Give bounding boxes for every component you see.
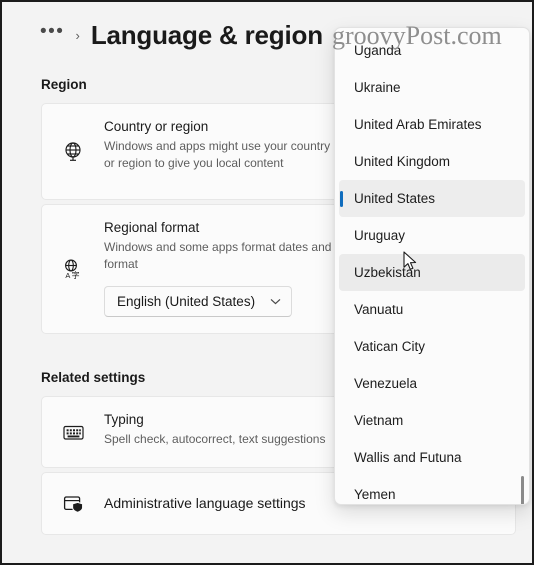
dropdown-item-vatican-city[interactable]: Vatican City bbox=[339, 328, 525, 365]
dropdown-item-venezuela[interactable]: Venezuela bbox=[339, 365, 525, 402]
dropdown-item-united-kingdom[interactable]: United Kingdom bbox=[339, 143, 525, 180]
settings-window: ••• › Language & region Region Country o… bbox=[0, 0, 534, 565]
chevron-down-icon bbox=[270, 298, 281, 305]
language-globe-icon: A 字 bbox=[42, 205, 104, 333]
chevron-right-icon: › bbox=[75, 27, 80, 43]
dropdown-item-united-states[interactable]: United States bbox=[339, 180, 525, 217]
globe-icon bbox=[42, 104, 104, 199]
dropdown-item-vietnam[interactable]: Vietnam bbox=[339, 402, 525, 439]
administrative-language-settings-title: Administrative language settings bbox=[104, 495, 306, 512]
dropdown-item-uruguay[interactable]: Uruguay bbox=[339, 217, 525, 254]
country-region-dropdown-list[interactable]: Uganda Ukraine United Arab Emirates Unit… bbox=[334, 27, 530, 505]
dropdown-item-wallis-and-futuna[interactable]: Wallis and Futuna bbox=[339, 439, 525, 476]
keyboard-icon bbox=[42, 397, 104, 467]
dropdown-item-uzbekistan[interactable]: Uzbekistan bbox=[339, 254, 525, 291]
dropdown-item-yemen[interactable]: Yemen bbox=[339, 476, 525, 504]
section-header-region: Region bbox=[41, 77, 87, 92]
regional-format-value: English (United States) bbox=[117, 294, 256, 310]
dropdown-item-ukraine[interactable]: Ukraine bbox=[339, 69, 525, 106]
page-title: Language & region bbox=[90, 19, 323, 50]
dropdown-scrollbar[interactable] bbox=[519, 34, 526, 504]
dropdown-scrollbar-thumb[interactable] bbox=[521, 476, 524, 504]
dropdown-item-uganda[interactable]: Uganda bbox=[339, 32, 525, 69]
dropdown-item-vanuatu[interactable]: Vanuatu bbox=[339, 291, 525, 328]
breadcrumb-overflow-button[interactable]: ••• bbox=[40, 22, 64, 48]
svg-text:字: 字 bbox=[72, 270, 80, 280]
section-header-related-settings: Related settings bbox=[41, 370, 146, 385]
window-shield-icon bbox=[42, 473, 104, 534]
country-or-region-description: Windows and apps might use your country … bbox=[104, 139, 331, 171]
dropdown-item-united-arab-emirates[interactable]: United Arab Emirates bbox=[339, 106, 525, 143]
breadcrumb: ••• › Language & region bbox=[40, 14, 323, 56]
regional-format-combobox[interactable]: English (United States) bbox=[104, 286, 292, 318]
svg-text:A: A bbox=[65, 271, 70, 280]
